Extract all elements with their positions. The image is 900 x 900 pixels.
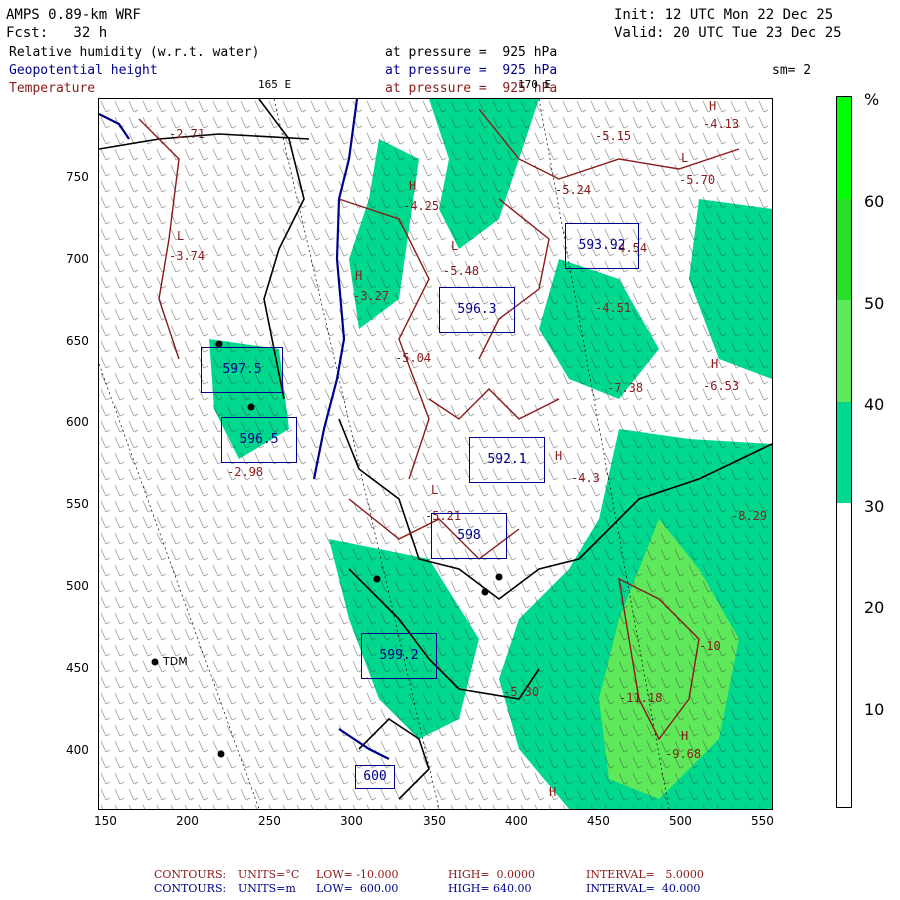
x-tick: 400 [505,814,528,828]
valid-time: Valid: 20 UTC Tue 23 Dec 25 [614,25,842,41]
footer-height-interval: INTERVAL= 40.000 [586,882,701,895]
temp-label: -5.04 [395,351,432,365]
temp-label: -9.68 [665,747,702,761]
footer-temp-high: HIGH= 0.0000 [448,868,536,881]
temp-label: -7.38 [607,381,644,395]
field-height-title: Geopotential height [9,63,158,78]
colorbar-label: 50 [864,294,885,313]
x-tick: 200 [176,814,199,828]
footer-height-low: LOW= 600.00 [316,882,399,895]
map-plot-area: TDM -2.71 -3.74 -4.25 -3.27 -5.48 -5.04 … [98,98,773,810]
colorbar-label: 60 [864,192,885,211]
high-marker: H [709,99,717,113]
y-tick: 450 [66,661,89,675]
height-label-box: 597.5 [201,347,283,393]
low-marker: L [431,483,439,497]
field-temp-title: Temperature [9,81,96,96]
temp-label: -4.3 [571,471,600,485]
y-tick: 700 [66,252,89,266]
footer-height-units: UNITS=m [238,882,296,895]
y-tick: 500 [66,579,89,593]
temp-label: -5.15 [595,129,632,143]
colorbar-label: 20 [864,598,885,617]
field-rh-title: Relative humidity (w.r.t. water) [9,45,260,60]
colorbar-seg-50-60 [837,199,851,300]
high-marker: H [549,785,557,799]
low-marker: L [451,239,459,253]
longitude-label-170e: 170 E [518,78,552,91]
x-tick: 350 [423,814,446,828]
colorbar-unit: % [864,90,880,109]
footer-temp-low: LOW= -10.000 [316,868,399,881]
rh-colorbar [836,96,852,808]
footer-temp-interval: INTERVAL= 5.0000 [586,868,704,881]
temp-label: -3.74 [169,249,206,263]
y-tick: 600 [66,415,89,429]
station-label-tdm: TDM [163,655,188,668]
height-label-box: 596.3 [439,287,515,333]
footer-temp-label: CONTOURS: [154,868,227,881]
y-tick: 550 [66,497,89,511]
smoothing-label: sm= 2 [772,63,812,78]
temp-label: -11.18 [619,691,663,705]
footer-temp-units: UNITS=°C [238,868,300,881]
high-marker: H [409,179,417,193]
colorbar-seg-60plus [837,97,851,199]
height-label-box: 599.2 [361,633,437,679]
footer-height-label: CONTOURS: [154,882,227,895]
y-tick: 650 [66,334,89,348]
model-title: AMPS 0.89-km WRF [6,7,141,23]
temp-label: -4.25 [403,199,440,213]
x-tick: 450 [587,814,610,828]
x-tick: 550 [751,814,774,828]
x-tick: 250 [258,814,281,828]
y-tick: 750 [66,170,89,184]
colorbar-label: 30 [864,497,885,516]
temp-label: -5.24 [555,183,592,197]
x-tick: 500 [669,814,692,828]
temp-label: -5.48 [443,264,480,278]
init-time: Init: 12 UTC Mon 22 Dec 25 [614,7,834,23]
low-marker: L [177,229,185,243]
temp-label: -4.13 [703,117,740,131]
temp-label: -2.71 [169,127,206,141]
longitude-label-165e: 165 E [258,78,292,91]
colorbar-seg-below-30 [837,503,851,807]
temp-label: -8.29 [731,509,768,523]
height-label-box: 593.92 [565,223,639,269]
height-label-box: 598 [431,513,507,559]
y-tick: 400 [66,743,89,757]
temp-label: -10 [699,639,721,653]
temp-label: -2.98 [227,465,264,479]
low-marker: L [681,151,689,165]
height-label-box: 600 [355,765,395,789]
x-tick: 150 [94,814,117,828]
colorbar-label: 40 [864,395,885,414]
high-marker: H [711,357,719,371]
height-label-box: 592.1 [469,437,545,483]
colorbar-seg-30-40 [837,402,851,503]
height-label-box: 596.5 [221,417,297,463]
temp-label: -6.53 [703,379,740,393]
high-marker: H [355,269,363,283]
temp-label: -5.30 [503,685,540,699]
forecast-hour: Fcst: 32 h [6,25,108,41]
colorbar-seg-40-50 [837,300,851,402]
temp-label: -4.51 [595,301,632,315]
colorbar-label: 10 [864,700,885,719]
temp-label: -3.27 [353,289,390,303]
x-tick: 300 [340,814,363,828]
high-marker: H [555,449,563,463]
field-rh-level: at pressure = 925 hPa [385,45,558,60]
high-marker: H [681,729,689,743]
temp-label: -5.70 [679,173,716,187]
footer-height-high: HIGH= 640.00 [448,882,532,895]
